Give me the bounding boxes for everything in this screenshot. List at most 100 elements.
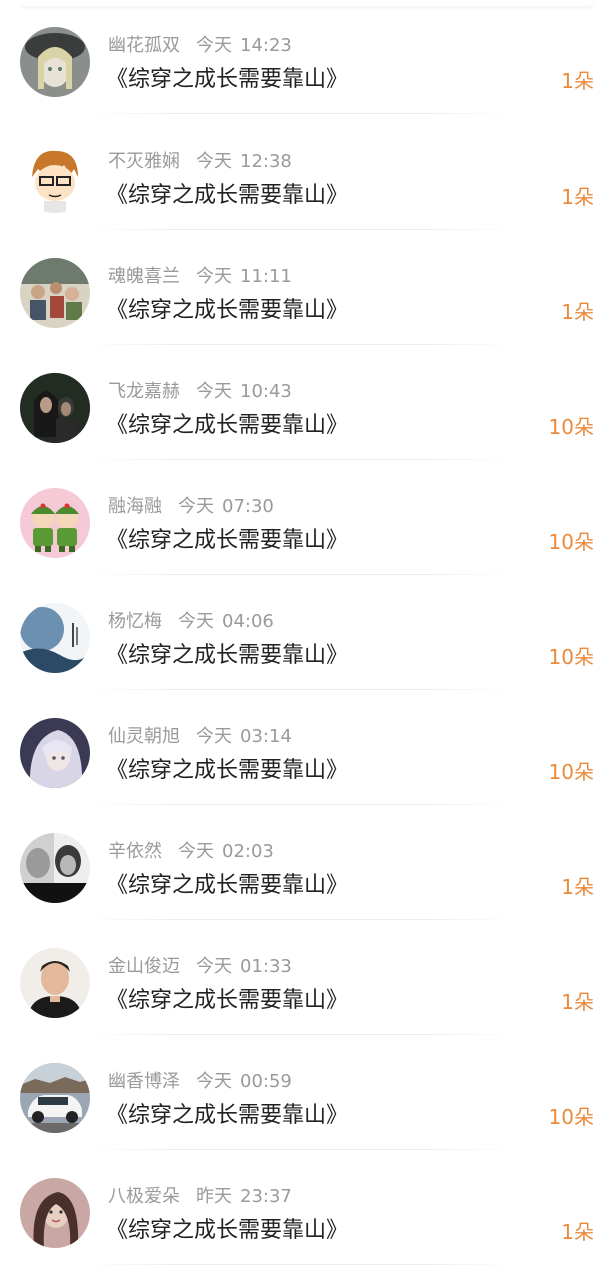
- book-title[interactable]: 《综穿之成长需要靠山》: [106, 1215, 348, 1247]
- record-time: 11:11: [240, 266, 292, 287]
- row-divider: [88, 1034, 514, 1035]
- gift-record-row[interactable]: 仙灵朝旭 今天 03:14 《综穿之成长需要靠山》 10朵: [0, 691, 614, 805]
- record-time: 01:33: [240, 956, 292, 977]
- row-divider: [88, 344, 514, 345]
- flower-amount: 10朵: [548, 415, 594, 439]
- gift-record-row[interactable]: 魂魄喜兰 今天 11:11 《综穿之成长需要靠山》 1朵: [0, 231, 614, 345]
- gift-record-row[interactable]: 辛依然 今天 02:03 《综穿之成长需要靠山》 1朵: [0, 806, 614, 920]
- user-name[interactable]: 八极爱朵: [108, 1186, 180, 1207]
- record-time: 03:14: [240, 726, 292, 747]
- gift-record-page: 幽花孤双 今天 14:23 《综穿之成长需要靠山》 1朵 不灭雅娴 今天 12:38 《综穿之成…: [0, 0, 614, 1280]
- gift-record-row[interactable]: 幽花孤双 今天 14:23 《综穿之成长需要靠山》 1朵: [0, 0, 614, 114]
- record-day: 今天: [178, 496, 214, 517]
- record-meta: 金山俊迈 今天 01:33: [108, 955, 292, 979]
- user-name[interactable]: 融海融: [108, 496, 162, 517]
- record-day: 今天: [196, 726, 232, 747]
- flower-amount: 10朵: [548, 645, 594, 669]
- record-meta: 不灭雅娴 今天 12:38: [108, 150, 292, 174]
- record-day: 今天: [196, 151, 232, 172]
- record-time: 23:37: [240, 1186, 292, 1207]
- gift-record-row[interactable]: 金山俊迈 今天 01:33 《综穿之成长需要靠山》 1朵: [0, 921, 614, 1035]
- group-photo-avatar[interactable]: [20, 258, 90, 328]
- record-time: 12:38: [240, 151, 292, 172]
- record-time: 02:03: [222, 841, 274, 862]
- row-divider: [88, 459, 514, 460]
- record-day: 今天: [196, 1071, 232, 1092]
- record-meta: 幽香博泽 今天 00:59: [108, 1070, 292, 1094]
- record-day: 今天: [196, 956, 232, 977]
- book-title[interactable]: 《综穿之成长需要靠山》: [106, 870, 348, 902]
- gift-record-row[interactable]: 八极爱朵 昨天 23:37 《综穿之成长需要靠山》 1朵: [0, 1151, 614, 1265]
- record-time: 00:59: [240, 1071, 292, 1092]
- record-time: 04:06: [222, 611, 274, 632]
- user-name[interactable]: 金山俊迈: [108, 956, 180, 977]
- gift-record-row[interactable]: 幽香博泽 今天 00:59 《综穿之成长需要靠山》 10朵: [0, 1036, 614, 1150]
- book-title[interactable]: 《综穿之成长需要靠山》: [106, 755, 348, 787]
- gift-record-row[interactable]: 融海融 今天 07:30 《综穿之成长需要靠山》 10朵: [0, 461, 614, 575]
- record-day: 今天: [178, 611, 214, 632]
- record-meta: 飞龙嘉赫 今天 10:43: [108, 380, 292, 404]
- user-name[interactable]: 仙灵朝旭: [108, 726, 180, 747]
- white-car-avatar[interactable]: [20, 1063, 90, 1133]
- book-title[interactable]: 《综穿之成长需要靠山》: [106, 1100, 348, 1132]
- record-day: 今天: [196, 266, 232, 287]
- record-time: 10:43: [240, 381, 292, 402]
- record-meta: 辛依然 今天 02:03: [108, 840, 274, 864]
- book-title[interactable]: 《综穿之成长需要靠山》: [106, 640, 348, 672]
- record-meta: 杨忆梅 今天 04:06: [108, 610, 274, 634]
- row-divider: [88, 689, 514, 690]
- book-title[interactable]: 《综穿之成长需要靠山》: [106, 525, 348, 557]
- row-divider: [88, 574, 514, 575]
- flower-amount: 1朵: [561, 69, 594, 93]
- record-day: 今天: [196, 381, 232, 402]
- cartoon-boy-glasses-avatar[interactable]: [20, 143, 90, 213]
- record-time: 07:30: [222, 496, 274, 517]
- flower-amount: 10朵: [548, 1105, 594, 1129]
- record-meta: 仙灵朝旭 今天 03:14: [108, 725, 292, 749]
- book-title[interactable]: 《综穿之成长需要靠山》: [106, 64, 348, 96]
- anime-girl-avatar[interactable]: [20, 27, 90, 97]
- white-hair-anime-avatar[interactable]: [20, 718, 90, 788]
- book-title[interactable]: 《综穿之成长需要靠山》: [106, 295, 348, 327]
- user-name[interactable]: 幽花孤双: [108, 35, 180, 56]
- book-title[interactable]: 《综穿之成长需要靠山》: [106, 985, 348, 1017]
- man-portrait-avatar[interactable]: [20, 948, 90, 1018]
- black-white-photo-avatar[interactable]: [20, 833, 90, 903]
- record-meta: 八极爱朵 昨天 23:37: [108, 1185, 292, 1209]
- flower-amount: 1朵: [561, 990, 594, 1014]
- user-name[interactable]: 幽香博泽: [108, 1071, 180, 1092]
- record-day: 昨天: [196, 1186, 232, 1207]
- flower-amount: 1朵: [561, 875, 594, 899]
- user-name[interactable]: 飞龙嘉赫: [108, 381, 180, 402]
- gift-record-row[interactable]: 飞龙嘉赫 今天 10:43 《综穿之成长需要靠山》 10朵: [0, 346, 614, 460]
- gift-record-row[interactable]: 不灭雅娴 今天 12:38 《综穿之成长需要靠山》 1朵: [0, 116, 614, 230]
- flower-amount: 1朵: [561, 1220, 594, 1244]
- row-divider: [88, 919, 514, 920]
- record-time: 14:23: [240, 35, 292, 56]
- record-meta: 幽花孤双 今天 14:23: [108, 34, 292, 58]
- flower-amount: 1朵: [561, 185, 594, 209]
- book-title[interactable]: 《综穿之成长需要靠山》: [106, 180, 348, 212]
- girl-portrait-avatar[interactable]: [20, 1178, 90, 1248]
- user-name[interactable]: 杨忆梅: [108, 611, 162, 632]
- record-meta: 魂魄喜兰 今天 11:11: [108, 265, 292, 289]
- book-title[interactable]: 《综穿之成长需要靠山》: [106, 410, 348, 442]
- row-divider: [88, 1149, 514, 1150]
- row-divider: [88, 1264, 514, 1265]
- record-day: 今天: [178, 841, 214, 862]
- row-divider: [88, 113, 514, 114]
- flower-amount: 10朵: [548, 760, 594, 784]
- user-name[interactable]: 不灭雅娴: [108, 151, 180, 172]
- record-meta: 融海融 今天 07:30: [108, 495, 274, 519]
- flower-amount: 10朵: [548, 530, 594, 554]
- row-divider: [88, 229, 514, 230]
- user-name[interactable]: 魂魄喜兰: [108, 266, 180, 287]
- row-divider: [88, 804, 514, 805]
- cartoon-soldiers-avatar[interactable]: [20, 488, 90, 558]
- record-day: 今天: [196, 35, 232, 56]
- gift-record-row[interactable]: 杨忆梅 今天 04:06 《综穿之成长需要靠山》 10朵: [0, 576, 614, 690]
- user-name[interactable]: 辛依然: [108, 841, 162, 862]
- flower-amount: 1朵: [561, 300, 594, 324]
- dark-couple-photo-avatar[interactable]: [20, 373, 90, 443]
- moon-landscape-avatar[interactable]: [20, 603, 90, 673]
